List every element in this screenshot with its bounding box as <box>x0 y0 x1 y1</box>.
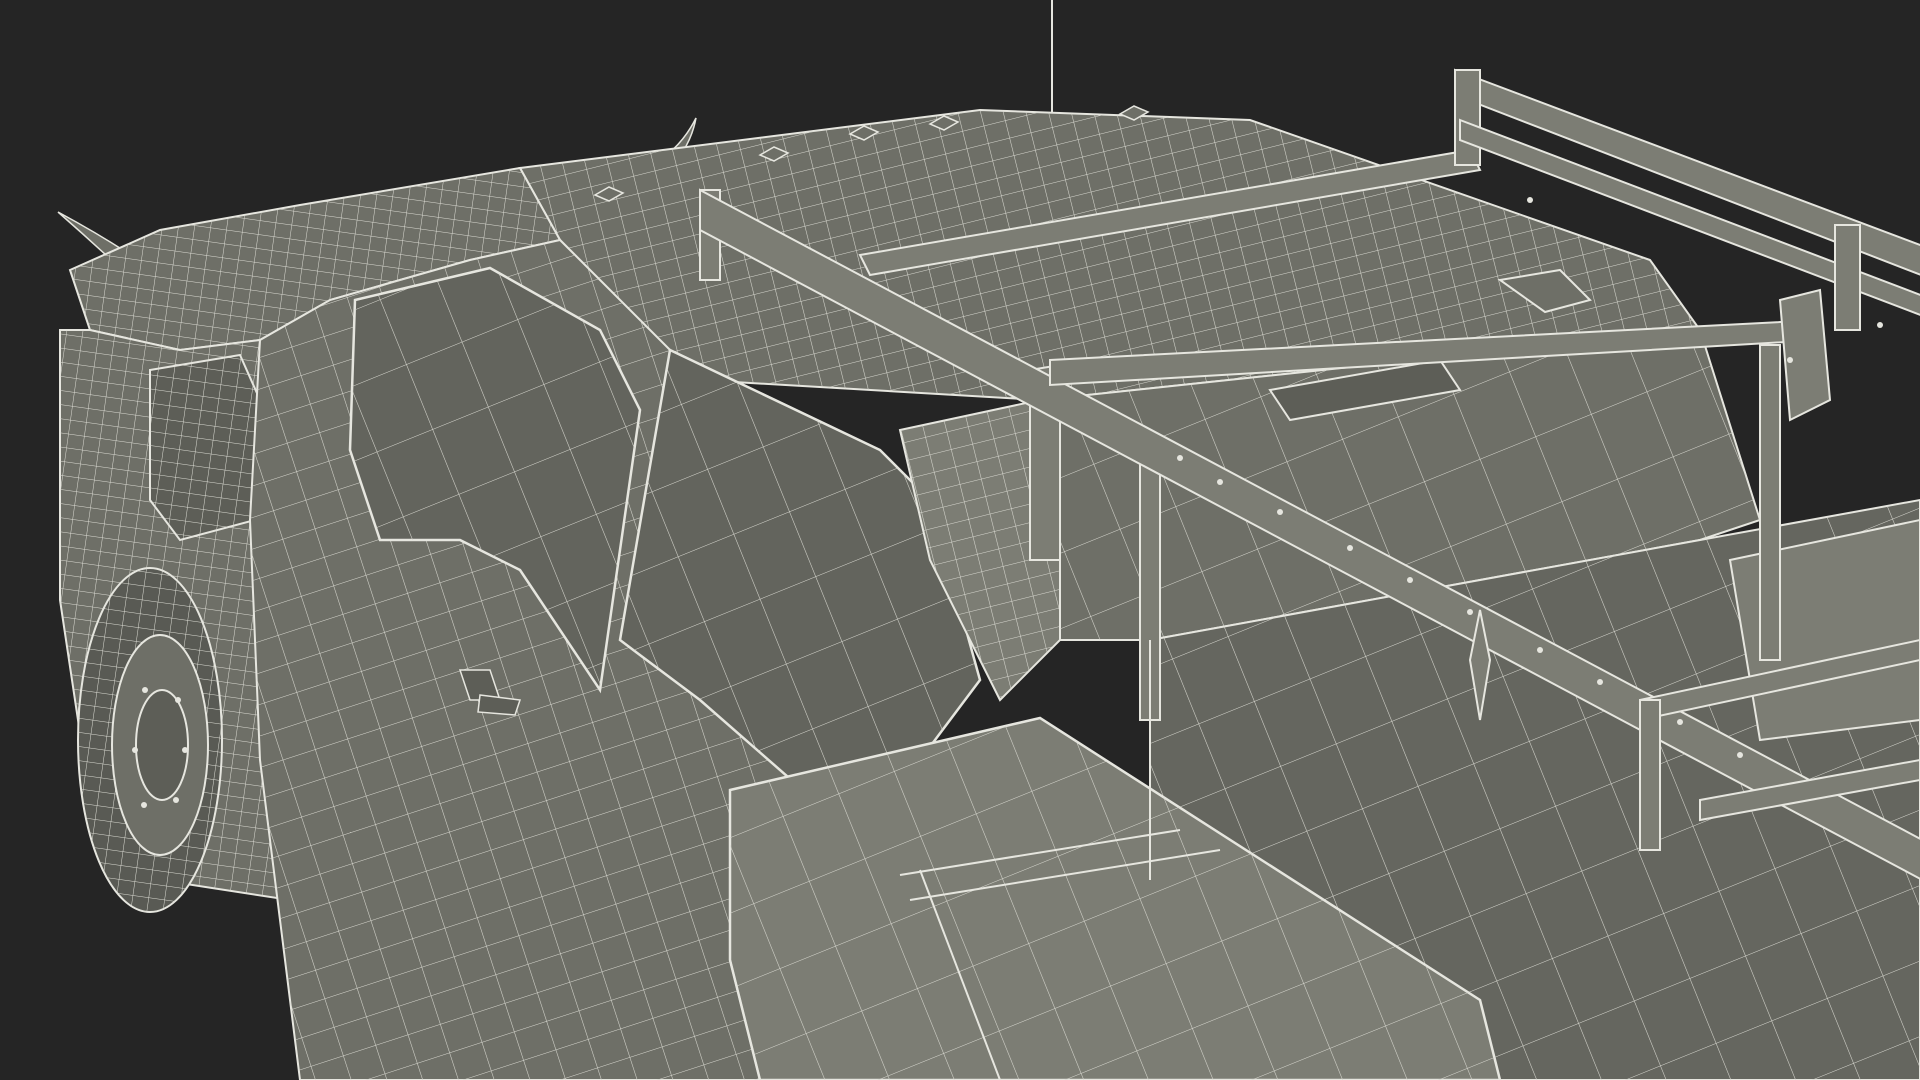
render-viewport <box>0 0 1920 1080</box>
wireframe-render <box>57 0 1920 1080</box>
front-wheel <box>77 567 223 913</box>
bed-toolbox-right <box>1728 518 1920 742</box>
